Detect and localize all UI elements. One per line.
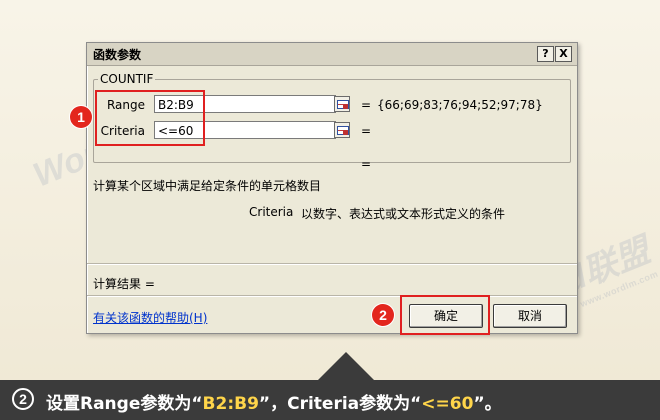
caption-part-3: ”。 (473, 394, 502, 414)
caption-step-number: 2 (12, 388, 34, 410)
argument-name: Criteria (249, 205, 294, 219)
caption-pointer (318, 352, 374, 380)
range-result: {66;69;83;76;94;52;97;78} (377, 98, 543, 112)
dialog-title: 函数参数 (93, 47, 142, 62)
cancel-button[interactable]: 取消 (493, 304, 567, 328)
help-button[interactable]: ? (537, 46, 554, 62)
function-result-equals: = (361, 157, 372, 171)
criteria-equals: = (361, 124, 372, 138)
callout-badge-1: 1 (70, 106, 92, 128)
function-arguments-dialog: 函数参数 ? X COUNTIF Range B2:B9 = {66;69;83… (86, 42, 578, 334)
caption-part-2: ”，Criteria参数为“ (258, 394, 422, 414)
close-button[interactable]: X (555, 46, 572, 62)
separator (87, 263, 577, 265)
function-description: 计算某个区域中满足给定条件的单元格数目 (93, 179, 322, 193)
caption-value-criteria: <=60 (421, 394, 474, 414)
function-name: COUNTIF (98, 72, 156, 86)
caption-value-range: B2:B9 (202, 394, 259, 414)
help-link[interactable]: 有关该函数的帮助(H) (93, 309, 207, 326)
highlight-box-ok (400, 295, 490, 335)
title-bar: 函数参数 ? X (87, 43, 577, 66)
caption-text: 设置Range参数为“B2:B9”，Criteria参数为“<=60”。 (46, 389, 502, 414)
highlight-box-args (95, 90, 205, 146)
calc-result-label: 计算结果 = (93, 277, 155, 291)
separator-bottom (87, 295, 577, 297)
caption-part-1: 设置Range参数为“ (46, 394, 203, 414)
argument-description: 以数字、表达式或文本形式定义的条件 (301, 207, 506, 221)
range-collapse-icon[interactable] (334, 96, 350, 112)
callout-badge-2: 2 (372, 304, 394, 326)
criteria-collapse-icon[interactable] (334, 122, 350, 138)
range-equals: = (361, 98, 372, 112)
